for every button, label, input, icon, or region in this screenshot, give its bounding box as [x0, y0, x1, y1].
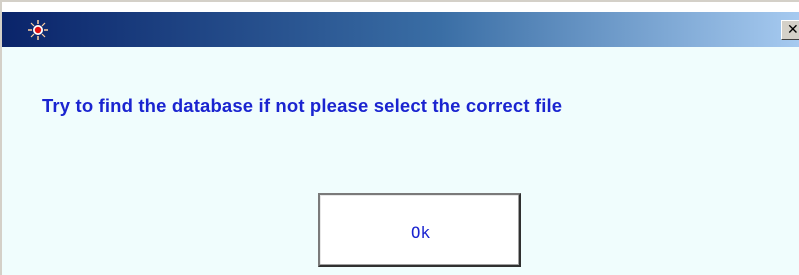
close-icon: ✕ [787, 22, 799, 38]
close-button[interactable]: ✕ [781, 20, 799, 40]
titlebar-top-edge [2, 2, 799, 12]
ok-button-label: Ok [410, 222, 431, 242]
app-icon [28, 20, 48, 40]
dialog-message: Try to find the database if not please s… [42, 95, 563, 116]
message-dialog: ✕ Try to find the database if not please… [0, 0, 799, 275]
titlebar[interactable]: ✕ [2, 12, 799, 47]
ok-button[interactable]: Ok [318, 193, 521, 267]
dialog-body: Try to find the database if not please s… [2, 47, 799, 275]
